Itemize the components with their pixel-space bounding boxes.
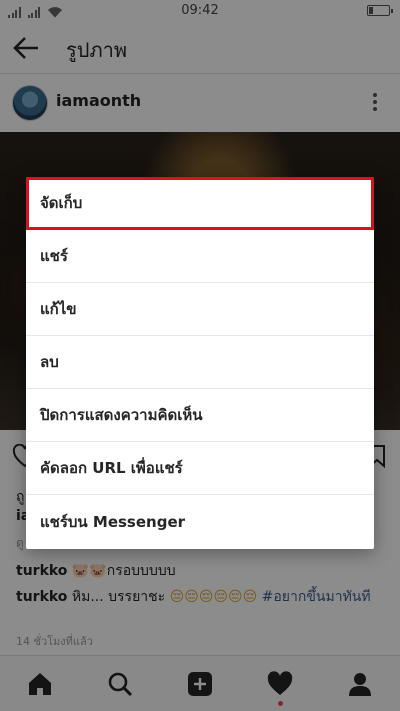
- menu-item-edit[interactable]: แก้ไข: [26, 283, 374, 336]
- menu-item-label: คัดลอก URL เพื่อแชร์: [40, 459, 183, 477]
- menu-item-copy-url[interactable]: คัดลอก URL เพื่อแชร์: [26, 442, 374, 495]
- menu-item-archive[interactable]: จัดเก็บ: [26, 177, 374, 230]
- menu-item-share[interactable]: แชร์: [26, 230, 374, 283]
- post-options-menu: จัดเก็บ แชร์ แก้ไข ลบ ปิดการแสดงความคิดเ…: [26, 177, 374, 549]
- menu-item-delete[interactable]: ลบ: [26, 336, 374, 389]
- menu-item-label: แชร์บน Messenger: [40, 512, 186, 531]
- menu-item-label: แชร์: [40, 247, 68, 265]
- menu-item-share-messenger[interactable]: แชร์บน Messenger: [26, 495, 374, 548]
- menu-item-label: แก้ไข: [40, 300, 77, 318]
- menu-item-turn-off-comments[interactable]: ปิดการแสดงความคิดเห็น: [26, 389, 374, 442]
- menu-item-label: ลบ: [40, 353, 59, 371]
- menu-item-label: จัดเก็บ: [40, 194, 83, 212]
- menu-item-label: ปิดการแสดงความคิดเห็น: [40, 406, 203, 424]
